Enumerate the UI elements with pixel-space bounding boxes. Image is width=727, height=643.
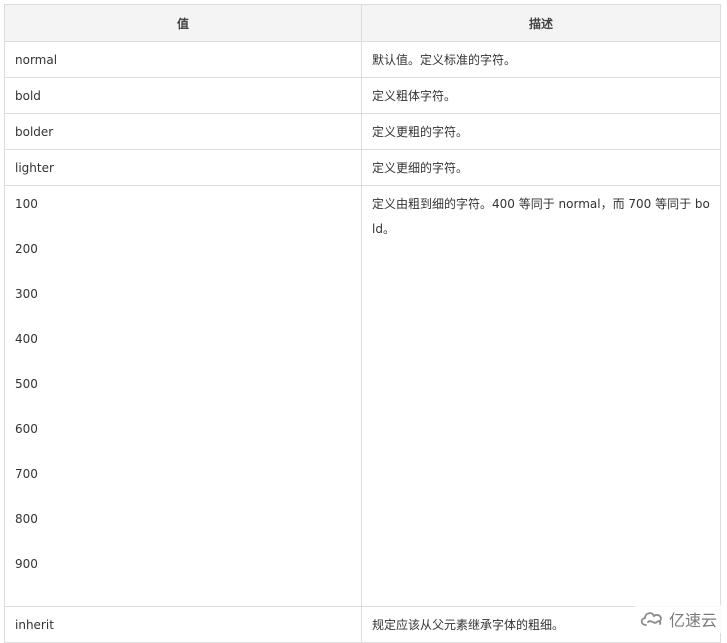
font-weight-values-table: 值 描述 normal 默认值。定义标准的字符。 bold 定义粗体字符。 bo… <box>4 4 721 643</box>
cell-value: lighter <box>4 149 362 186</box>
weight-number: 800 <box>15 512 38 526</box>
table-row: normal 默认值。定义标准的字符。 <box>4 41 721 78</box>
weight-number: 600 <box>15 422 38 436</box>
cell-description: 定义粗体字符。 <box>361 77 721 114</box>
weight-number: 900 <box>15 557 38 571</box>
table-header-row: 值 描述 <box>4 4 721 42</box>
header-description: 描述 <box>361 4 721 42</box>
weight-number: 500 <box>15 377 38 391</box>
cell-value: normal <box>4 41 362 78</box>
table-row: bolder 定义更粗的字符。 <box>4 113 721 150</box>
watermark: 亿速云 <box>634 605 721 633</box>
weight-number: 100 <box>15 197 38 211</box>
weight-number: 700 <box>15 467 38 481</box>
description-text: 定义由粗到细的字符。400 等同于 normal，而 700 等同于 bold。 <box>372 197 710 236</box>
cell-value: bold <box>4 77 362 114</box>
table-row: inherit 规定应该从父元素继承字体的粗细。 <box>4 606 721 643</box>
cell-value: inherit <box>4 606 362 643</box>
cell-description: 定义更细的字符。 <box>361 149 721 186</box>
cloud-logo-icon <box>639 610 665 628</box>
watermark-text: 亿速云 <box>668 611 717 630</box>
table-row: bold 定义粗体字符。 <box>4 77 721 114</box>
cell-description: 默认值。定义标准的字符。 <box>361 41 721 78</box>
cell-description: 定义由粗到细的字符。400 等同于 normal，而 700 等同于 bold。 <box>361 185 721 607</box>
weight-number-list: 100 200 300 400 500 600 700 800 900 <box>15 192 351 597</box>
weight-number: 200 <box>15 242 38 256</box>
cell-description: 定义更粗的字符。 <box>361 113 721 150</box>
table-row: lighter 定义更细的字符。 <box>4 149 721 186</box>
weight-number: 400 <box>15 332 38 346</box>
cell-value: bolder <box>4 113 362 150</box>
cell-value-list: 100 200 300 400 500 600 700 800 900 <box>4 185 362 607</box>
weight-number: 300 <box>15 287 38 301</box>
table-row: 100 200 300 400 500 600 700 800 900 定义由粗… <box>4 185 721 607</box>
header-value: 值 <box>4 4 362 42</box>
